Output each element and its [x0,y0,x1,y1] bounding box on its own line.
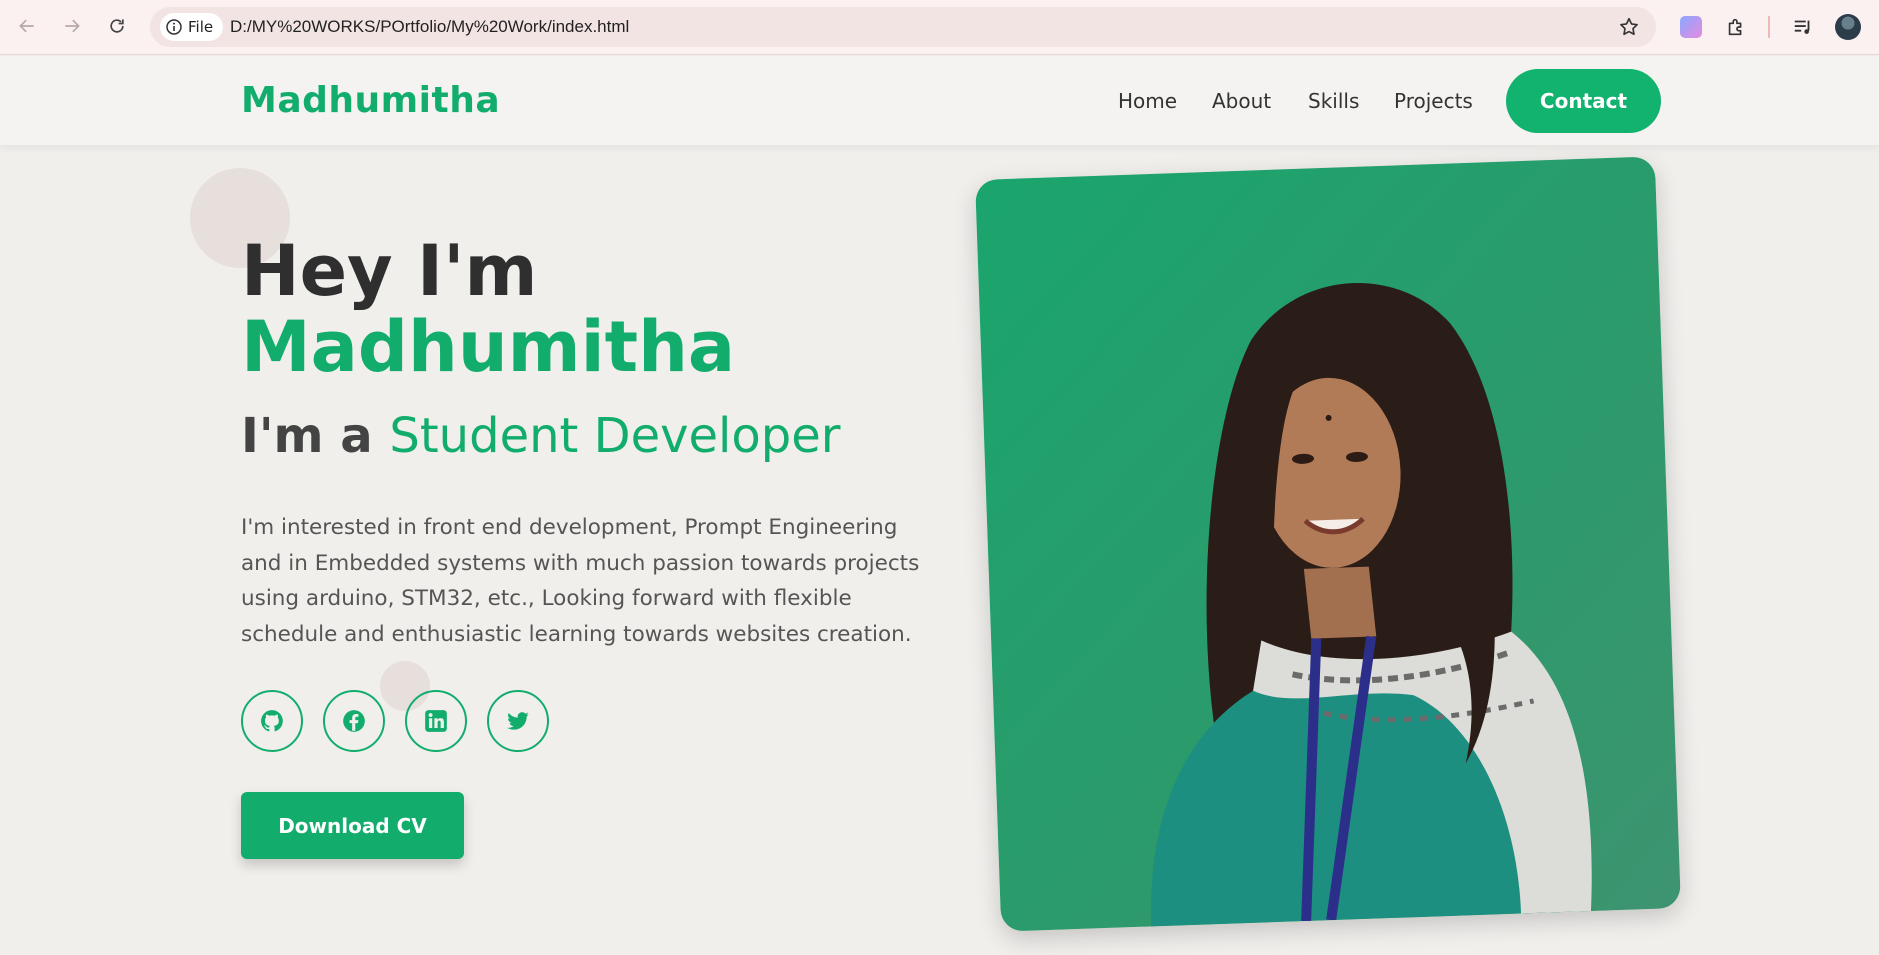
extension-icon [1680,16,1702,38]
back-icon [19,19,34,33]
hero-role: I'm a Student Developer [241,408,840,464]
facebook-link[interactable] [323,690,385,752]
hero-name: Madhumitha [241,306,736,388]
profile-button[interactable] [1834,13,1862,41]
github-icon [261,710,283,732]
forward-button[interactable] [57,11,87,41]
role-accent: Student Developer [389,408,841,464]
site-info-chip[interactable]: File [160,13,224,41]
hero-greeting: Hey I'm [241,230,538,312]
toolbar-divider [1768,16,1770,38]
reload-icon [110,19,124,33]
url-text[interactable]: D:/MY%20WORKS/POrtfolio/My%20Work/index.… [230,17,629,37]
profile-avatar [1835,14,1861,40]
linkedin-icon [425,710,447,732]
star-icon[interactable] [1618,16,1640,38]
info-icon [166,19,182,35]
nav-home[interactable]: Home [1118,89,1177,113]
profile-portrait [1150,283,1592,927]
contact-button[interactable]: Contact [1506,69,1661,133]
browser-toolbar: File D:/MY%20WORKS/POrtfolio/My%20Work/i… [0,0,1879,55]
hero-description: I'm interested in front end development,… [241,515,920,647]
extension-button[interactable] [1677,13,1705,41]
puzzle-icon [1728,18,1742,36]
github-link[interactable] [241,690,303,752]
nav-skills[interactable]: Skills [1308,89,1359,113]
profile-photo-card [975,156,1681,932]
role-prefix: I'm a [241,408,373,464]
nav-projects[interactable]: Projects [1394,89,1473,113]
nav-about[interactable]: About [1212,89,1271,113]
download-cv-button[interactable]: Download CV [241,792,464,859]
linkedin-link[interactable] [405,690,467,752]
twitter-icon [507,712,529,730]
site-navbar: Madhumitha Home About Skills Projects Co… [0,56,1879,145]
back-button[interactable] [12,11,42,41]
file-chip-label: File [188,18,214,36]
address-bar[interactable]: File D:/MY%20WORKS/POrtfolio/My%20Work/i… [150,7,1656,47]
extensions-menu-button[interactable] [1722,13,1750,41]
media-icon [1794,20,1810,34]
forward-icon [65,19,80,33]
facebook-icon [343,710,365,732]
media-button[interactable] [1789,13,1817,41]
site-logo[interactable]: Madhumitha [241,80,500,121]
reload-button[interactable] [102,11,132,41]
twitter-link[interactable] [487,690,549,752]
